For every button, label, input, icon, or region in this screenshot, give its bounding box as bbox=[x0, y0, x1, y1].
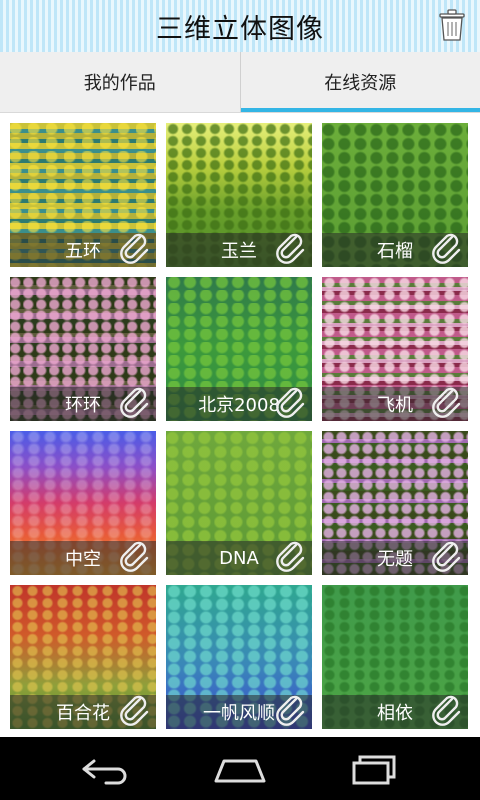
recents-icon[interactable] bbox=[344, 751, 404, 787]
home-icon[interactable] bbox=[210, 751, 270, 787]
image-tile[interactable]: 石榴 bbox=[322, 123, 468, 267]
image-tile[interactable]: 无题 bbox=[322, 431, 468, 575]
tab-online-resources[interactable]: 在线资源 bbox=[239, 52, 480, 112]
paperclip-icon[interactable] bbox=[118, 231, 152, 265]
title-bar: 三维立体图像 bbox=[0, 0, 480, 52]
tab-label: 在线资源 bbox=[324, 73, 397, 94]
image-grid: 五环 玉兰 石榴 环环 北京2008 飞机 中空 DNA 无题 百合花 一帆风顺 bbox=[10, 123, 470, 729]
selected-tab-indicator bbox=[240, 108, 480, 112]
image-tile[interactable]: 五环 bbox=[10, 123, 156, 267]
paperclip-icon[interactable] bbox=[118, 693, 152, 727]
image-tile[interactable]: 相依 bbox=[322, 585, 468, 729]
back-icon[interactable] bbox=[76, 751, 136, 787]
image-tile[interactable]: 飞机 bbox=[322, 277, 468, 421]
paperclip-icon[interactable] bbox=[430, 539, 464, 573]
image-tile[interactable]: 一帆风顺 bbox=[166, 585, 312, 729]
paperclip-icon[interactable] bbox=[430, 231, 464, 265]
paperclip-icon[interactable] bbox=[118, 539, 152, 573]
paperclip-icon[interactable] bbox=[274, 385, 308, 419]
image-tile[interactable]: 中空 bbox=[10, 431, 156, 575]
trash-icon[interactable] bbox=[438, 8, 466, 42]
image-tile[interactable]: 百合花 bbox=[10, 585, 156, 729]
paperclip-icon[interactable] bbox=[430, 385, 464, 419]
paperclip-icon[interactable] bbox=[430, 693, 464, 727]
image-tile[interactable]: 北京2008 bbox=[166, 277, 312, 421]
tab-bar: 我的作品 在线资源 bbox=[0, 52, 480, 113]
paperclip-icon[interactable] bbox=[274, 539, 308, 573]
app-title: 三维立体图像 bbox=[156, 13, 324, 45]
tab-my-works[interactable]: 我的作品 bbox=[0, 52, 240, 112]
paperclip-icon[interactable] bbox=[118, 385, 152, 419]
paperclip-icon[interactable] bbox=[274, 231, 308, 265]
image-tile[interactable]: 玉兰 bbox=[166, 123, 312, 267]
tab-label: 我的作品 bbox=[83, 73, 156, 94]
paperclip-icon[interactable] bbox=[274, 693, 308, 727]
system-nav-bar bbox=[0, 737, 480, 800]
image-tile[interactable]: DNA bbox=[166, 431, 312, 575]
image-tile[interactable]: 环环 bbox=[10, 277, 156, 421]
